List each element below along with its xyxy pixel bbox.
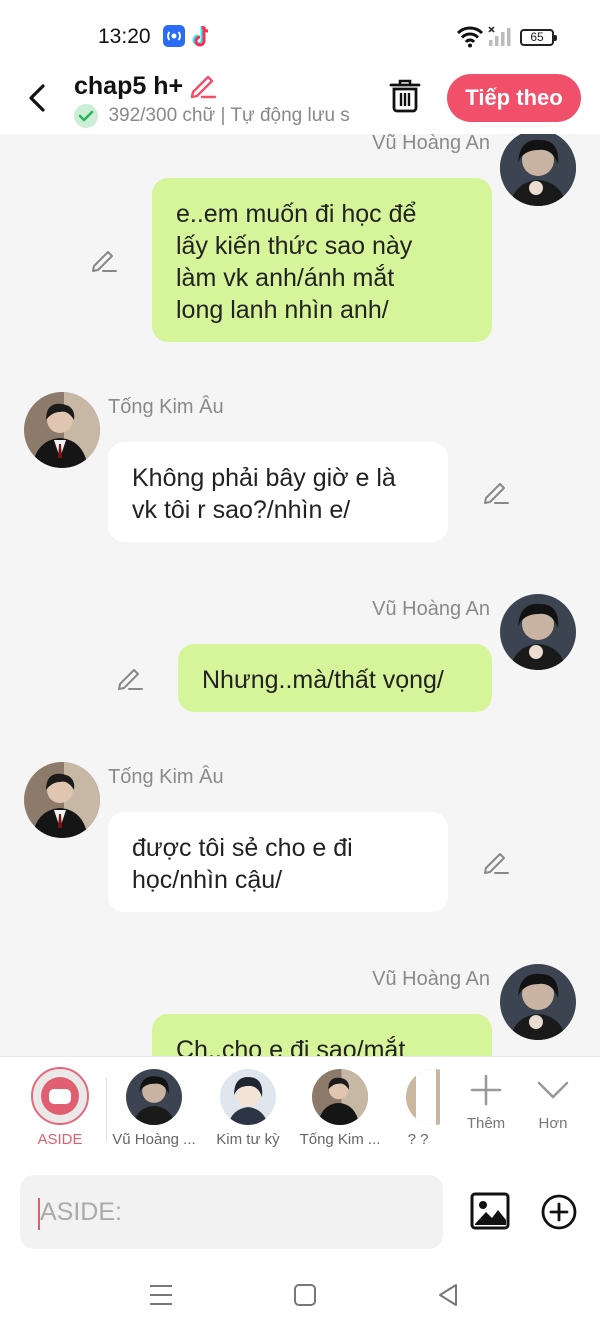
- message-bubble[interactable]: Ch..cho e đi sao/mắt: [152, 1014, 492, 1056]
- composer: ASIDE:: [0, 1164, 600, 1260]
- signal-icon: [488, 26, 512, 50]
- edit-title-pencil-icon[interactable]: [188, 70, 218, 100]
- editor-header: chap5 h+ 392/300 chữ | Tự động lưu s Tiế…: [0, 70, 600, 134]
- character-selector: ASIDE Vũ Hoàng ... Kim tư kỳ Tống Kim ..…: [0, 1056, 600, 1164]
- check-icon: [74, 104, 98, 128]
- speaker-name: Vũ Hoàng An: [372, 968, 490, 990]
- home-icon[interactable]: [293, 1282, 317, 1313]
- image-icon[interactable]: [470, 1192, 510, 1230]
- chat-area[interactable]: Vũ Hoàng An e..em muốn đi học để lấy kiế…: [0, 134, 600, 1056]
- message-line: làm vk anh/ánh mắt: [176, 264, 395, 292]
- message-bubble[interactable]: được tôi sẻ cho e đi học/nhìn cậu/: [108, 812, 448, 912]
- character-unknown[interactable]: ? ?: [396, 1057, 440, 1148]
- character-kim-tu-ky[interactable]: Kim tư kỳ: [206, 1057, 290, 1148]
- divider: [106, 1077, 107, 1141]
- edit-message-pencil-icon[interactable]: [90, 246, 118, 274]
- edit-message-pencil-icon[interactable]: [482, 848, 510, 876]
- character-label: ? ?: [407, 1131, 429, 1148]
- character-label: Kim tư kỳ: [216, 1131, 280, 1148]
- message-line: e..em muốn đi học để: [176, 200, 417, 228]
- avatar: [220, 1069, 276, 1125]
- avatar-tong-kim-au[interactable]: [24, 392, 100, 468]
- avatar: [312, 1069, 368, 1125]
- add-character-button[interactable]: Thêm: [454, 1057, 518, 1132]
- message-line: được tôi sẻ cho e đi: [132, 834, 353, 862]
- speaker-name: Vũ Hoàng An: [372, 134, 490, 154]
- battery-icon: 65: [520, 29, 557, 46]
- avatar-vu-hoang-an[interactable]: [500, 964, 576, 1040]
- character-tong-kim-au[interactable]: Tống Kim ...: [298, 1057, 382, 1148]
- message-input[interactable]: ASIDE:: [20, 1175, 443, 1249]
- back-triangle-icon[interactable]: [436, 1282, 460, 1313]
- back-arrow-icon[interactable]: [22, 78, 54, 118]
- message-line: vk tôi r sao?/nhìn e/: [132, 496, 351, 524]
- character-aside[interactable]: ASIDE: [18, 1057, 102, 1148]
- speaker-name: Vũ Hoàng An: [372, 598, 490, 620]
- add-circle-icon[interactable]: [540, 1193, 578, 1231]
- chevron-down-icon: [537, 1081, 569, 1099]
- recents-menu-icon[interactable]: [148, 1282, 174, 1313]
- message-line: Ch..cho e đi sao/mắt: [176, 1036, 406, 1056]
- add-label: Thêm: [466, 1115, 506, 1132]
- next-button[interactable]: Tiếp theo: [447, 74, 581, 122]
- status-bar: 13:20 65: [0, 0, 600, 70]
- message-bubble[interactable]: Không phải bây giờ e là vk tôi r sao?/nh…: [108, 442, 448, 542]
- message-line: lấy kiến thức sao này: [176, 232, 413, 260]
- avatar-tong-kim-au[interactable]: [24, 762, 100, 838]
- trash-icon[interactable]: [388, 78, 422, 114]
- character-label: ASIDE: [37, 1131, 83, 1148]
- save-status-row: 392/300 chữ | Tự động lưu s: [74, 104, 362, 130]
- speaker-name: Tống Kim Âu: [108, 766, 224, 788]
- message-line: học/nhìn cậu/: [132, 866, 283, 894]
- speaker-name: Tống Kim Âu: [108, 396, 224, 418]
- aside-icon: [31, 1067, 89, 1125]
- avatar-vu-hoang-an[interactable]: [500, 594, 576, 670]
- message-bubble[interactable]: e..em muốn đi học để lấy kiến thức sao n…: [152, 178, 492, 342]
- message-bubble[interactable]: Nhưng..mà/thất vọng/: [178, 644, 492, 712]
- tiktok-icon: [192, 24, 216, 48]
- message-line: long lanh nhìn anh/: [176, 296, 389, 324]
- radio-icon: [162, 24, 186, 48]
- more-button[interactable]: Hơn: [521, 1057, 585, 1132]
- word-count-autosave: 392/300 chữ | Tự động lưu s: [108, 105, 350, 126]
- message-line: Nhưng..mà/thất vọng/: [202, 666, 444, 694]
- character-label: Vũ Hoàng ...: [112, 1131, 196, 1148]
- edit-message-pencil-icon[interactable]: [482, 478, 510, 506]
- chapter-title[interactable]: chap5 h+: [74, 72, 183, 101]
- message-line: Không phải bây giờ e là: [132, 464, 396, 492]
- character-vu-hoang-an[interactable]: Vũ Hoàng ...: [112, 1057, 196, 1148]
- avatar-vu-hoang-an[interactable]: [500, 134, 576, 206]
- avatar: [126, 1069, 182, 1125]
- status-time: 13:20: [98, 25, 151, 48]
- avatar: [406, 1069, 440, 1125]
- edit-message-pencil-icon[interactable]: [116, 664, 144, 692]
- plus-icon: [470, 1074, 502, 1106]
- more-label: Hơn: [538, 1115, 568, 1132]
- text-cursor: [38, 1198, 40, 1230]
- character-label: Tống Kim ...: [299, 1131, 381, 1148]
- system-nav-bar: [0, 1260, 600, 1333]
- wifi-icon: [456, 26, 484, 53]
